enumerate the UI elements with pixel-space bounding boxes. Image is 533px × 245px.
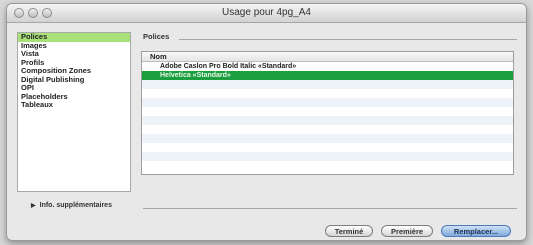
replace-button[interactable]: Remplacer...	[441, 225, 511, 237]
empty-row	[142, 80, 513, 89]
empty-row	[142, 134, 513, 143]
table-row-selected[interactable]: Helvetica «Standard»	[142, 71, 513, 80]
empty-row	[142, 89, 513, 98]
disclosure-divider	[143, 208, 517, 209]
fonts-table[interactable]: Nom Adobe Caslon Pro Bold Italic «Standa…	[141, 51, 514, 175]
window-title: Usage pour 4pg_A4	[222, 7, 311, 18]
table-row[interactable]: Adobe Caslon Pro Bold Italic «Standard»	[142, 62, 513, 71]
sidebar-item-tableaux[interactable]: Tableaux	[18, 100, 130, 110]
title-bar[interactable]: Usage pour 4pg_A4	[7, 4, 526, 23]
first-button[interactable]: Première	[381, 225, 433, 237]
category-list[interactable]: Polices Images Vista Profils Composition…	[17, 32, 131, 192]
more-info-label: Info. supplémentaires	[39, 202, 112, 209]
sidebar-item-digital-publishing[interactable]: Digital Publishing	[18, 75, 130, 85]
empty-row	[142, 125, 513, 134]
empty-row	[142, 161, 513, 170]
usage-dialog: Usage pour 4pg_A4 Polices Images Vista P…	[6, 3, 527, 241]
more-info-disclosure[interactable]: ▶ Info. supplémentaires	[31, 202, 112, 209]
empty-row	[142, 152, 513, 161]
empty-row	[142, 107, 513, 116]
section-title: Polices	[143, 32, 170, 41]
disclosure-triangle-icon[interactable]: ▶	[31, 202, 36, 209]
done-button[interactable]: Terminé	[325, 225, 373, 237]
empty-row	[142, 143, 513, 152]
column-header-name[interactable]: Nom	[142, 52, 513, 62]
section-divider	[179, 39, 517, 40]
empty-row	[142, 98, 513, 107]
empty-row	[142, 116, 513, 125]
